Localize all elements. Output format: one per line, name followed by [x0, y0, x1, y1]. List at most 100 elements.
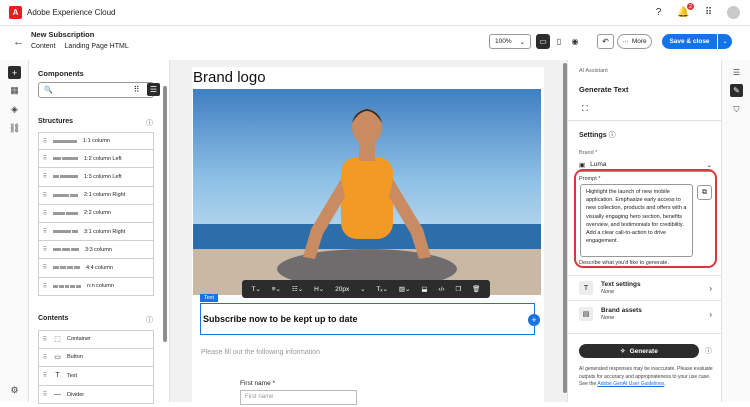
- save-options-chevron-icon[interactable]: ⌄: [718, 34, 732, 49]
- ai-assistant-icon[interactable]: ✎: [730, 84, 743, 97]
- info-icon[interactable]: ⓘ: [609, 132, 616, 139]
- settings-sliders-icon[interactable]: ⚙: [8, 384, 21, 397]
- zoom-select[interactable]: 100% ⌄: [489, 34, 531, 49]
- drag-handle-icon[interactable]: ⠿: [41, 192, 49, 199]
- divider: [568, 333, 722, 334]
- generate-button[interactable]: ✧ Generate: [579, 344, 699, 358]
- add-components-icon[interactable]: +: [8, 66, 21, 79]
- drag-handle-icon[interactable]: ⠿: [41, 336, 49, 343]
- info-icon[interactable]: ⓘ: [146, 118, 153, 128]
- zoom-value: 100%: [495, 38, 512, 45]
- drag-handle-icon[interactable]: ⠿: [41, 283, 49, 290]
- first-name-label: First name *: [240, 380, 276, 387]
- brand-shield-icon[interactable]: ⛉: [730, 103, 743, 116]
- structure-label: 2:2 column: [84, 210, 111, 217]
- add-component-plus-icon[interactable]: +: [528, 314, 540, 326]
- delete-icon[interactable]: 🗑: [472, 285, 480, 293]
- structure-item[interactable]: ⠿ 1:2 column Left: [38, 150, 154, 169]
- drag-handle-icon[interactable]: ⠿: [41, 173, 49, 180]
- selected-text-block[interactable]: Subscribe now to be kept up to date +: [200, 303, 540, 335]
- drag-handle-icon[interactable]: ⠿: [41, 372, 49, 379]
- assets-icon[interactable]: ▦: [8, 84, 21, 97]
- heading-icon[interactable]: H⌄: [314, 285, 324, 293]
- drag-handle-icon[interactable]: ⠿: [41, 138, 49, 145]
- breadcrumb-landing-page[interactable]: Landing Page HTML: [65, 43, 129, 50]
- more-button[interactable]: ··· More: [617, 34, 652, 49]
- layers-icon[interactable]: ◈: [8, 103, 21, 116]
- structure-item[interactable]: ⠿ 4:4 column: [38, 259, 154, 278]
- right-rail: ☰ ✎ ⛉: [721, 60, 750, 402]
- save-close-button[interactable]: Save & close: [662, 34, 717, 49]
- structure-label: 3:3 column: [85, 246, 112, 253]
- font-size-value[interactable]: 20px: [335, 286, 349, 293]
- hero-image[interactable]: [193, 89, 541, 295]
- apps-grid-icon[interactable]: ⠿: [702, 6, 715, 19]
- left-rail: + ▦ ◈ ⛓ ⚙: [0, 60, 29, 402]
- grid-view-icon[interactable]: ⠿: [130, 83, 143, 96]
- prompt-label: Prompt *: [579, 176, 601, 182]
- save-fragment-icon[interactable]: ⬓: [421, 285, 427, 293]
- first-name-field[interactable]: First name: [240, 390, 357, 405]
- notifications-bell-icon[interactable]: 🔔 2: [677, 3, 694, 19]
- email-canvas: Brand logo T⌄ ≡⌄ ☷⌄ H⌄ 20px ⌄ Tₓ⌄ ▨⌄ ⬓ ‹…: [170, 60, 567, 407]
- undo-icon[interactable]: ↶: [597, 34, 614, 49]
- chevron-down-icon[interactable]: ⌄: [360, 285, 365, 293]
- mobile-view-icon[interactable]: ▯: [552, 34, 566, 49]
- drag-handle-icon[interactable]: ⠿: [41, 228, 49, 235]
- list-icon[interactable]: ☷⌄: [292, 285, 303, 293]
- structure-item[interactable]: ⠿ 1:1 column: [38, 132, 154, 151]
- prompt-library-icon[interactable]: ⧉: [697, 185, 712, 200]
- content-label: Divider: [67, 391, 85, 398]
- desktop-view-icon[interactable]: ▭: [536, 34, 550, 49]
- drag-handle-icon[interactable]: ⠿: [41, 155, 49, 162]
- align-icon[interactable]: ≡⌄: [272, 285, 281, 293]
- ai-assistant-panel: AI Assistant Generate Text ⛶ Settings ⓘ …: [567, 60, 722, 402]
- info-icon[interactable]: ⓘ: [146, 315, 153, 325]
- duplicate-icon[interactable]: ❐: [455, 285, 461, 293]
- structure-label: 1:2 column Left: [84, 155, 122, 162]
- button-icon: ▭: [54, 354, 61, 362]
- structure-item[interactable]: ⠿ 3:1 column Right: [38, 222, 154, 242]
- headline-text[interactable]: Subscribe now to be kept up to date: [203, 314, 358, 324]
- properties-sliders-icon[interactable]: ☰: [730, 66, 743, 79]
- content-item[interactable]: ⠿ ▭ Button: [38, 348, 154, 368]
- structure-item[interactable]: ⠿ 2:2 column: [38, 204, 154, 223]
- structure-item[interactable]: ⠿ 1:3 column Left: [38, 168, 154, 187]
- help-icon[interactable]: ?: [652, 6, 665, 19]
- link-icon[interactable]: ⛓: [8, 122, 21, 135]
- back-arrow-icon[interactable]: ←: [13, 36, 24, 48]
- brand-logo-text[interactable]: Brand logo: [193, 69, 266, 86]
- prompt-textarea[interactable]: Highlight the launch of new mobile appli…: [580, 184, 693, 257]
- structure-item[interactable]: ⠿ 2:1 column Right: [38, 186, 154, 205]
- structure-label: 1:1 column: [83, 138, 110, 145]
- divider: [568, 300, 722, 301]
- breadcrumb-content[interactable]: Content: [31, 43, 56, 50]
- list-view-icon[interactable]: ☰: [147, 83, 160, 96]
- info-icon[interactable]: ⓘ: [705, 346, 712, 356]
- expand-icon[interactable]: ⛶: [582, 104, 588, 114]
- drag-handle-icon[interactable]: ⠿: [41, 246, 49, 253]
- components-scrollbar[interactable]: [163, 86, 167, 342]
- structure-item[interactable]: ⠿ 3:3 column: [38, 241, 154, 260]
- text-settings-row[interactable]: T Text settings None ›: [579, 277, 712, 299]
- content-item[interactable]: ⠿ ⬚ Container: [38, 330, 154, 349]
- drag-handle-icon[interactable]: ⠿: [41, 391, 49, 398]
- text-style-icon[interactable]: T⌄: [251, 285, 260, 293]
- image-icon[interactable]: ▨⌄: [399, 285, 411, 293]
- content-label: Button: [67, 354, 83, 361]
- avatar[interactable]: [727, 6, 740, 19]
- structure-item[interactable]: ⠿ n:n column: [38, 277, 154, 296]
- column-layout-icon: [53, 230, 78, 234]
- preview-eye-icon[interactable]: ◉: [568, 34, 582, 49]
- content-item[interactable]: ⠿ T Text: [38, 367, 154, 386]
- drag-handle-icon[interactable]: ⠿: [41, 210, 49, 217]
- drag-handle-icon[interactable]: ⠿: [41, 264, 49, 271]
- code-icon[interactable]: ‹/›: [438, 286, 444, 293]
- font-style-icon[interactable]: Tₓ⌄: [376, 285, 388, 293]
- app-brand[interactable]: A Adobe Experience Cloud: [9, 6, 116, 19]
- brand-assets-row[interactable]: ▤ Brand assets None ›: [579, 303, 712, 325]
- brand-assets-label: Brand assets: [601, 307, 642, 314]
- drag-handle-icon[interactable]: ⠿: [41, 354, 49, 361]
- divider: [568, 120, 722, 121]
- genai-guidelines-link[interactable]: Adobe GenAI User Guidelines: [597, 381, 664, 387]
